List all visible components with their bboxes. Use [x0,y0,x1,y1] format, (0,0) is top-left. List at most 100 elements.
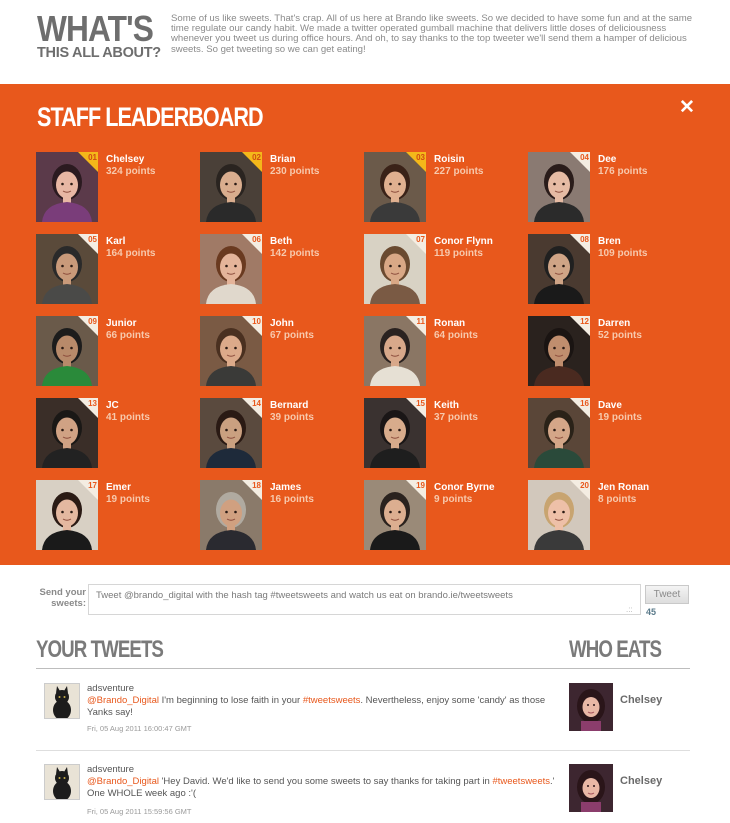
tweet-input[interactable]: Tweet @brando_digital with the hash tag … [88,584,641,615]
eater-name: Chelsey [620,694,663,706]
rank-number: 05 [88,235,97,244]
staff-points: 41 points [106,412,150,423]
rank-number: 15 [416,399,425,408]
rank-number: 11 [416,317,425,326]
section-divider [36,668,690,669]
eater-avatar [569,764,613,812]
staff-name: Junior [106,318,137,329]
tweet-text-part: I'm beginning to lose faith in your [158,695,303,706]
staff-name: Beth [270,236,293,247]
staff-leaderboard-panel: STAFF LEADERBOARD ✕ 01 Chelsey 324 points 0… [0,84,730,565]
staff-name: James [270,482,302,493]
rank-number: 16 [580,399,589,408]
leaderboard-card[interactable]: 09 Junior 66 points [36,316,200,386]
staff-points: 16 points [270,494,314,505]
tweet-text-part: 'Hey David. We'd like to send you some s… [158,776,493,787]
leaderboard-card[interactable]: 16 Dave 19 points [528,398,692,468]
who-eats-heading: WHO EATS [569,636,662,663]
staff-points: 19 points [106,494,150,505]
tweet-hashtag-link[interactable]: #tweetsweets [492,776,550,787]
staff-photo: 01 [36,152,98,222]
staff-points: 39 points [270,412,314,423]
tweet-text: @Brando_Digital I'm beginning to lose fa… [87,695,557,719]
staff-points: 142 points [270,248,320,259]
staff-name: Brian [270,154,296,165]
leaderboard-card[interactable]: 01 Chelsey 324 points [36,152,200,222]
leaderboard-card[interactable]: 04 Dee 176 points [528,152,692,222]
staff-name: Ronan [434,318,466,329]
staff-name: Dee [598,154,617,165]
staff-name: Conor Byrne [434,482,495,493]
staff-points: 37 points [434,412,478,423]
rank-number: 17 [88,481,97,490]
tweet-username[interactable]: adsventure [87,683,134,694]
tweet-item: adsventure @Brando_Digital I'm beginning… [44,683,564,753]
rank-number: 18 [252,481,261,490]
leaderboard-card[interactable]: 02 Brian 230 points [200,152,364,222]
staff-photo: 15 [364,398,426,468]
staff-name: Roisin [434,154,465,165]
staff-points: 324 points [106,166,156,177]
staff-photo: 18 [200,480,262,550]
leaderboard-card[interactable]: 19 Conor Byrne 9 points [364,480,528,550]
leaderboard-card[interactable]: 11 Ronan 64 points [364,316,528,386]
staff-photo: 14 [200,398,262,468]
intro-heading-line1: WHAT'S [37,8,154,49]
leaderboard-card[interactable]: 10 John 67 points [200,316,364,386]
staff-points: 19 points [598,412,642,423]
rank-number: 14 [252,399,261,408]
eater-avatar [569,683,613,731]
staff-points: 119 points [434,248,483,259]
tweet-mention-link[interactable]: @Brando_Digital [87,695,159,706]
tweet-username[interactable]: adsventure [87,764,134,775]
tweet-button[interactable]: Tweet [645,585,689,604]
staff-name: Dave [598,400,622,411]
staff-name: Karl [106,236,126,247]
leaderboard-card[interactable]: 08 Bren 109 points [528,234,692,304]
leaderboard-card[interactable]: 20 Jen Ronan 8 points [528,480,692,550]
staff-points: 164 points [106,248,156,259]
intro-description: Some of us like sweets. That's crap. All… [171,13,693,55]
staff-name: Emer [106,482,132,493]
tweet-hashtag-link[interactable]: #tweetsweets [303,695,361,706]
leaderboard-card[interactable]: 06 Beth 142 points [200,234,364,304]
staff-name: Bernard [270,400,309,411]
staff-photo: 09 [36,316,98,386]
staff-points: 109 points [598,248,648,259]
leaderboard-card[interactable]: 07 Conor Flynn 119 points [364,234,528,304]
tweet-text: @Brando_Digital 'Hey David. We'd like to… [87,776,557,800]
leaderboard-card[interactable]: 18 James 16 points [200,480,364,550]
rank-number: 19 [416,481,425,490]
leaderboard-card[interactable]: 15 Keith 37 points [364,398,528,468]
staff-photo: 03 [364,152,426,222]
leaderboard-card[interactable]: 12 Darren 52 points [528,316,692,386]
who-eats-item: Chelsey [569,764,689,814]
staff-name: Conor Flynn [434,236,493,247]
staff-points: 67 points [270,330,314,341]
user-avatar[interactable] [44,683,80,719]
rank-number: 08 [580,235,589,244]
staff-points: 176 points [598,166,648,177]
intro-section: WHAT'S THIS ALL ABOUT? Some of us like s… [0,0,730,84]
leaderboard-card[interactable]: 05 Karl 164 points [36,234,200,304]
leaderboard-card[interactable]: 14 Bernard 39 points [200,398,364,468]
staff-name: Darren [598,318,631,329]
rank-number: 03 [416,153,425,162]
leaderboard-card[interactable]: 13 JC 41 points [36,398,200,468]
staff-points: 64 points [434,330,478,341]
leaderboard-title: STAFF LEADERBOARD [37,102,264,132]
staff-name: John [270,318,294,329]
staff-photo: 05 [36,234,98,304]
tweet-mention-link[interactable]: @Brando_Digital [87,776,159,787]
staff-photo: 19 [364,480,426,550]
close-icon[interactable]: ✕ [679,98,695,118]
staff-photo: 11 [364,316,426,386]
staff-name: Chelsey [106,154,145,165]
resize-grip-icon[interactable]: .:: [626,606,633,614]
rank-number: 01 [88,153,97,162]
user-avatar[interactable] [44,764,80,800]
rank-number: 09 [88,317,97,326]
rank-number: 07 [416,235,425,244]
leaderboard-card[interactable]: 03 Roisin 227 points [364,152,528,222]
leaderboard-card[interactable]: 17 Emer 19 points [36,480,200,550]
